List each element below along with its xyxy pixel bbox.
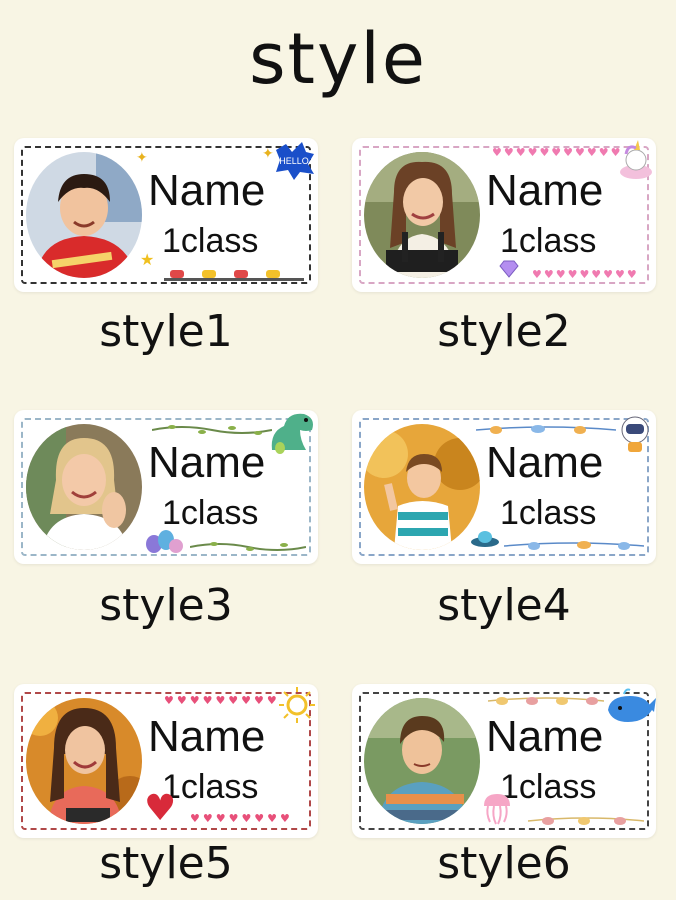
hearts-decoration: ♥♥♥♥♥♥♥♥♥♥♥ <box>492 146 623 159</box>
toy-cars-icon <box>164 270 304 281</box>
name-label-card-style2[interactable]: Name 1class ♥♥♥♥♥♥♥♥♥♥♥ ♥♥♥♥♥♥♥♥♥ <box>352 138 656 292</box>
name-label-card-style6[interactable]: Name 1class <box>352 684 656 838</box>
sun-icon <box>279 687 315 723</box>
name-text: Name <box>486 438 604 487</box>
star-icon: ✦ <box>262 146 274 162</box>
child-photo <box>364 698 480 824</box>
style-caption: style4 <box>437 580 571 631</box>
vine-decoration <box>190 542 306 551</box>
child-photo <box>26 698 142 824</box>
hearts-decoration: ♥♥♥♥♥♥♥♥♥ <box>164 694 280 707</box>
name-label-card-style3[interactable]: Name 1class <box>14 410 318 564</box>
name-label-card-style5[interactable]: Name 1class ♥♥♥♥♥♥♥♥♥ ♥♥♥♥♥♥♥♥ ♥ <box>14 684 318 838</box>
class-text: 1class <box>500 222 597 260</box>
style-caption: style1 <box>99 306 233 357</box>
space-decoration <box>504 541 644 550</box>
hearts-decoration: ♥♥♥♥♥♥♥♥ <box>190 812 293 825</box>
class-text: 1class <box>162 222 259 260</box>
gem-icon <box>499 260 519 278</box>
unicorn-icon <box>620 140 652 179</box>
class-text: 1class <box>162 768 259 806</box>
jellyfish-icon <box>484 794 510 825</box>
hello-splash-icon: HELLO <box>276 142 314 180</box>
name-text: Name <box>148 438 266 487</box>
hearts-decoration: ♥♥♥♥♥♥♥♥♥ <box>532 268 639 281</box>
shell-decoration <box>528 817 644 825</box>
style-caption: style3 <box>99 580 233 631</box>
star-wand-icon: ★ <box>140 250 155 269</box>
name-label-card-style1[interactable]: Name 1class HELLO ✦ ✦ ★ <box>14 138 318 292</box>
hello-text: HELLO <box>279 156 309 166</box>
class-text: 1class <box>500 768 597 806</box>
child-photo <box>364 424 480 550</box>
name-text: Name <box>486 712 604 761</box>
style-caption: style2 <box>437 306 571 357</box>
heart-icon: ♥ <box>144 788 177 829</box>
child-photo <box>26 152 142 278</box>
space-decoration <box>476 425 616 434</box>
page-title: style <box>249 18 427 100</box>
ufo-icon <box>471 531 499 547</box>
shell-decoration <box>488 697 604 705</box>
whale-icon <box>608 688 656 722</box>
class-text: 1class <box>500 494 597 532</box>
style-caption: style5 <box>99 838 233 889</box>
name-text: Name <box>148 712 266 761</box>
name-text: Name <box>486 166 604 215</box>
dinosaur-icon <box>271 413 313 454</box>
flower-icon <box>146 530 183 553</box>
style-caption: style6 <box>437 838 571 889</box>
astronaut-icon <box>621 416 649 452</box>
name-text: Name <box>148 166 266 215</box>
name-label-card-style4[interactable]: Name 1class <box>352 410 656 564</box>
vine-decoration <box>152 425 272 435</box>
star-icon: ✦ <box>136 150 148 166</box>
child-photo <box>26 424 142 550</box>
child-photo <box>364 152 480 278</box>
